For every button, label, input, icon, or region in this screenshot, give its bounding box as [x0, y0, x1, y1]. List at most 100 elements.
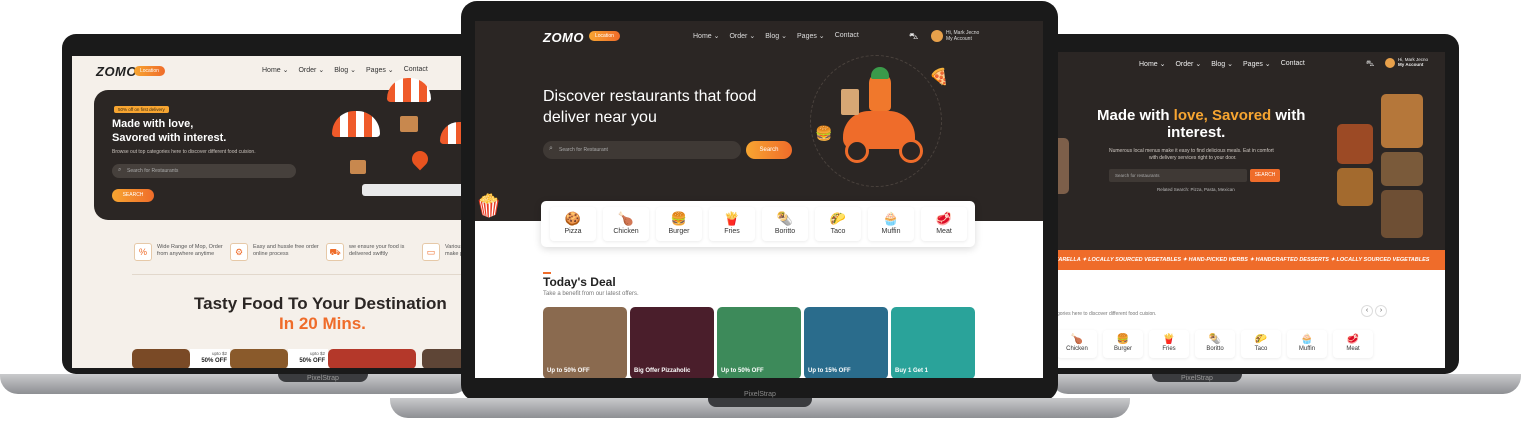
category-taco[interactable]: 🌮 Taco — [1241, 330, 1281, 358]
category-fries[interactable]: 🍟 Fries — [709, 207, 755, 241]
offer-badge: 50% off on first delivery — [114, 106, 169, 113]
hero-title-line2: Savored with interest. — [112, 132, 227, 144]
fries-icon: 🍟 — [723, 211, 741, 226]
rider-helmet — [871, 67, 889, 79]
search-input[interactable]: ⌕ Search for Restaurants — [112, 164, 296, 178]
food-photo-dish — [1381, 152, 1423, 186]
feature-icon-2: ⚙ — [230, 243, 248, 261]
nav-item-pages[interactable]: Pages ⌄ — [1243, 60, 1271, 68]
cart-icon[interactable]: ⛍ — [1366, 59, 1374, 69]
feature-icon-4: ▭ — [422, 243, 440, 261]
popcorn-icon: 🍿 — [475, 193, 503, 218]
category-fries[interactable]: 🍟 Fries — [1149, 330, 1189, 358]
nav-item-contact[interactable]: Contact — [404, 66, 428, 74]
category-muffin[interactable]: 🧁 Muffin — [868, 207, 914, 241]
deal-card-2[interactable]: Big Offer Pizzaholic — [630, 307, 714, 378]
category-pizza[interactable]: 🍪 Pizza — [550, 207, 596, 241]
location-button[interactable]: Location — [134, 66, 165, 76]
section-title: Today's Deal — [543, 275, 616, 289]
center-screen: ZOMO Location Home ⌄ Order ⌄ Blog ⌄ Page… — [475, 21, 1043, 378]
avatar[interactable] — [1385, 58, 1395, 68]
hero-description-1: Numerous local menus make it easy to fin… — [1109, 148, 1274, 154]
category-burger[interactable]: 🍔 Burger — [1103, 330, 1143, 358]
food-photo-taco — [1337, 168, 1373, 206]
category-subtext: gories here to discover different food c… — [1057, 311, 1157, 317]
location-button[interactable]: Location — [589, 31, 620, 41]
category-boritto[interactable]: 🌯 Boritto — [1195, 330, 1235, 358]
burger-icon: 🍔 — [815, 125, 833, 141]
nav-item-home[interactable]: Home ⌄ — [693, 32, 719, 40]
account-info[interactable]: Hi, Mark Jecno My Account — [1398, 57, 1428, 67]
nav-item-pages[interactable]: Pages ⌄ — [366, 66, 394, 74]
meat-icon: 🥩 — [935, 211, 953, 226]
phone-illustration — [362, 184, 472, 196]
offer-2-top: upto $2 — [309, 351, 325, 356]
nav-item-blog[interactable]: Blog ⌄ — [1211, 60, 1233, 68]
section-subtitle: Take a benefit from our latest offers. — [543, 291, 639, 297]
nav-item-pages[interactable]: Pages ⌄ — [797, 32, 825, 40]
pizza-icon: 🍪 — [564, 211, 582, 226]
category-meat[interactable]: 🥩 Meat — [1333, 330, 1373, 358]
cart-icon[interactable]: ⛍ — [909, 31, 918, 43]
logo[interactable]: ZOMO — [96, 64, 137, 79]
carousel-prev-button[interactable]: ‹ — [1361, 305, 1373, 317]
search-button[interactable]: SEARCH — [1250, 169, 1280, 182]
muffin-icon: 🧁 — [1300, 334, 1314, 345]
nav-item-order[interactable]: Order ⌄ — [1175, 60, 1201, 68]
left-laptop-brand: PixelStrap — [307, 375, 339, 382]
feature-text-1: Wide Range of Mop, Order from anywhere an… — [157, 244, 223, 257]
main-nav: Home ⌄ Order ⌄ Blog ⌄ Pages ⌄ Contact — [262, 66, 428, 74]
offer-card-2[interactable]: upto $2 50% OFF — [288, 349, 328, 368]
category-taco[interactable]: 🌮 Taco — [815, 207, 861, 241]
tagline-line1: Tasty Food To Your Destination — [194, 294, 447, 313]
offer-card-1[interactable]: upto $2 50% OFF — [190, 349, 230, 368]
feature-text-3: we ensure your food is delivered swiftly — [349, 244, 405, 257]
marquee-banner: ZARELLA ✦ LOCALLY SOURCED VEGETABLES ✦ H… — [1043, 250, 1445, 270]
nav-item-order[interactable]: Order ⌄ — [298, 66, 324, 74]
burrito-icon: 🌯 — [1208, 334, 1222, 345]
deal-card-3[interactable]: Up to 50% OFF — [717, 307, 801, 378]
right-screen: Home ⌄ Order ⌄ Blog ⌄ Pages ⌄ Contact ⛍ … — [1043, 52, 1445, 368]
nav-item-contact[interactable]: Contact — [1281, 60, 1305, 68]
section-accent-line — [543, 272, 551, 274]
account-info[interactable]: Hi, Mark Jecno My Account — [946, 30, 979, 42]
scooter-wheel-back — [845, 139, 869, 163]
chicken-icon: 🍗 — [1070, 334, 1084, 345]
offer-1-bottom: 50% OFF — [201, 358, 227, 364]
deal-card-5[interactable]: Buy 1 Get 1 — [891, 307, 975, 378]
search-placeholder: Search for Restaurant — [559, 147, 608, 153]
category-chicken[interactable]: 🍗 Chicken — [1057, 330, 1097, 358]
logo[interactable]: ZOMO — [543, 30, 584, 45]
offer-2-bottom: 50% OFF — [299, 358, 325, 364]
search-input[interactable]: ⌕ Search for Restaurant — [543, 141, 741, 159]
burger-icon: 🍔 — [670, 211, 688, 226]
related-search: Related Search: Pizza, Pasta, Mexican — [1157, 187, 1235, 192]
search-placeholder: Search for restaurants — [1115, 173, 1160, 178]
nav-item-blog[interactable]: Blog ⌄ — [765, 32, 787, 40]
hero-title-line2: interest. — [1167, 124, 1226, 141]
category-muffin[interactable]: 🧁 Muffin — [1287, 330, 1327, 358]
grocery-bag-illustration — [841, 89, 859, 115]
category-burger[interactable]: 🍔 Burger — [656, 207, 702, 241]
search-input[interactable]: Search for restaurants — [1109, 169, 1247, 182]
search-button[interactable]: SEARCH — [112, 189, 154, 202]
category-meat[interactable]: 🥩 Meat — [921, 207, 967, 241]
nav-item-home[interactable]: Home ⌄ — [262, 66, 288, 74]
deal-card-4[interactable]: Up to 15% OFF — [804, 307, 888, 378]
deal-card-1[interactable]: Up to 50% OFF — [543, 307, 627, 378]
avatar[interactable] — [931, 30, 943, 42]
nav-item-order[interactable]: Order ⌄ — [729, 32, 755, 40]
category-boritto[interactable]: 🌯 Boritto — [762, 207, 808, 241]
taco-icon: 🌮 — [829, 211, 847, 226]
parachute-box-1 — [350, 160, 366, 174]
food-image-1 — [132, 349, 190, 368]
scooter-wheel-front — [899, 139, 923, 163]
carousel-next-button[interactable]: › — [1375, 305, 1387, 317]
search-icon: ⌕ — [549, 145, 553, 152]
category-chicken[interactable]: 🍗 Chicken — [603, 207, 649, 241]
taco-icon: 🌮 — [1254, 334, 1268, 345]
nav-item-home[interactable]: Home ⌄ — [1139, 60, 1165, 68]
nav-item-contact[interactable]: Contact — [835, 32, 859, 40]
search-button[interactable]: Search — [746, 141, 792, 159]
nav-item-blog[interactable]: Blog ⌄ — [334, 66, 356, 74]
